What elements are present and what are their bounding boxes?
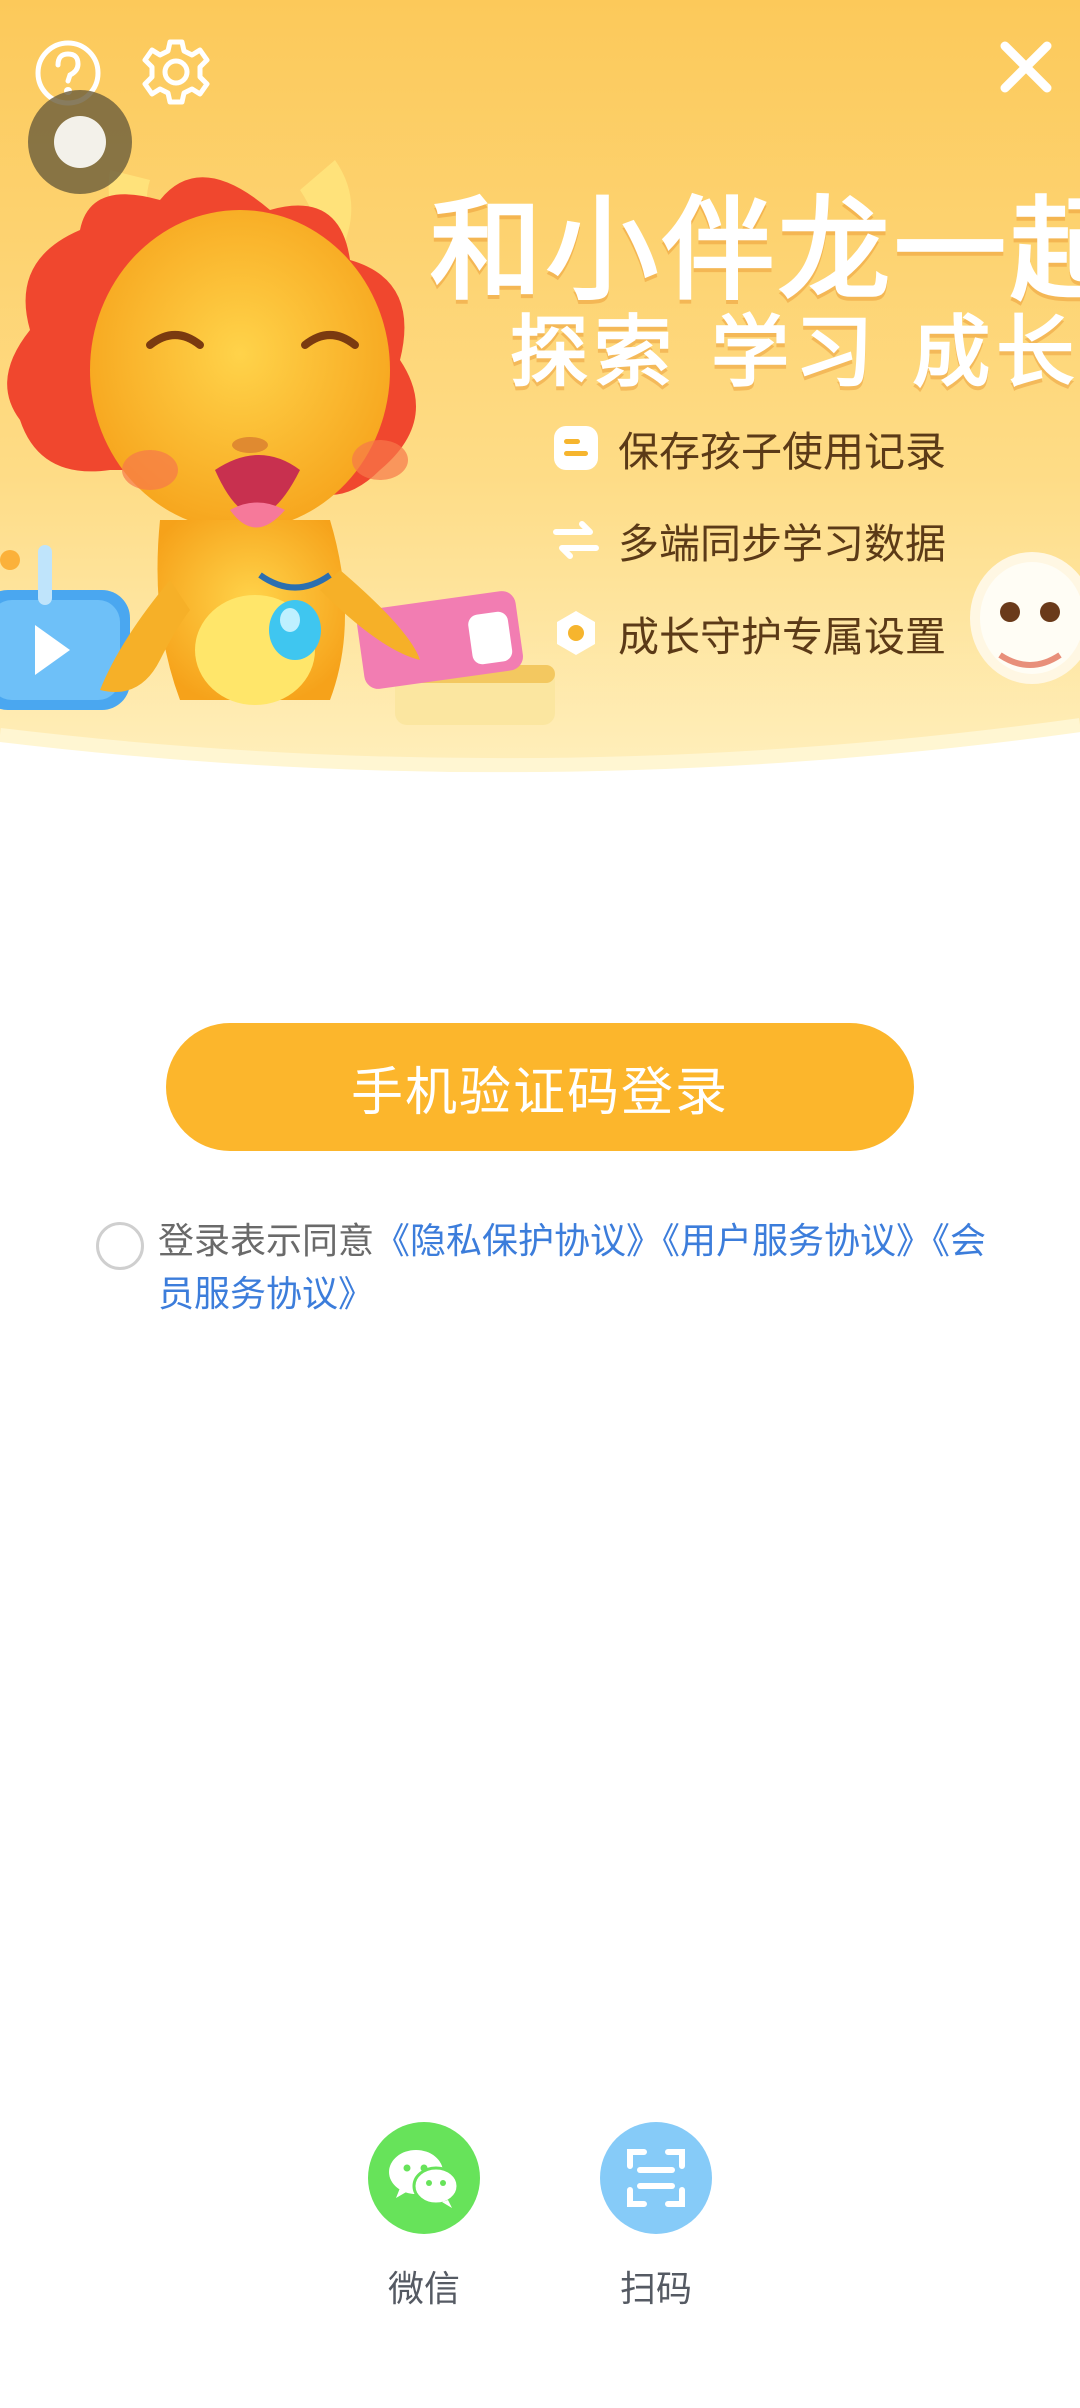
agreement-checkbox[interactable] bbox=[96, 1222, 144, 1270]
wechat-login-option[interactable]: 微信 bbox=[368, 2122, 480, 2312]
feature-label: 成长守护专属设置 bbox=[618, 613, 946, 661]
privacy-policy-link[interactable]: 《隐私保护协议》 bbox=[374, 1221, 662, 1262]
feature-sync-data: 多端同步学习数据 bbox=[552, 510, 946, 570]
sync-arrows-icon bbox=[552, 516, 600, 564]
phone-code-login-button[interactable]: 手机验证码登录 bbox=[166, 1023, 914, 1151]
agreement-prefix: 登录表示同意 bbox=[158, 1221, 375, 1262]
shield-hex-icon bbox=[552, 609, 600, 657]
promo-banner: 和小伴龙一起 探索 学习 成长 保存孩子使用记录 多端同步学习数据 成长守护专属… bbox=[0, 0, 1080, 790]
login-page: 和小伴龙一起 探索 学习 成长 保存孩子使用记录 多端同步学习数据 成长守护专属… bbox=[0, 0, 1080, 2408]
agreement-text: 登录表示同意《隐私保护协议》《用户服务协议》《会员服务协议》 bbox=[158, 1215, 998, 1321]
feature-label: 多端同步学习数据 bbox=[618, 520, 946, 568]
wechat-label: 微信 bbox=[387, 2269, 460, 2310]
scan-icon[interactable] bbox=[600, 2122, 712, 2234]
scan-login-option[interactable]: 扫码 bbox=[600, 2122, 712, 2312]
floating-record-button[interactable] bbox=[28, 90, 132, 194]
scan-label: 扫码 bbox=[619, 2269, 692, 2310]
feature-guard-settings: 成长守护专属设置 bbox=[552, 603, 946, 663]
user-agreement-link[interactable]: 《用户服务协议》 bbox=[662, 1221, 932, 1262]
feature-label: 保存孩子使用记录 bbox=[618, 428, 946, 476]
record-dot-inner bbox=[54, 116, 106, 168]
close-icon[interactable] bbox=[995, 36, 1057, 98]
feature-save-records: 保存孩子使用记录 bbox=[552, 418, 946, 478]
gear-icon[interactable] bbox=[140, 36, 212, 108]
record-icon bbox=[552, 424, 600, 472]
wechat-icon[interactable] bbox=[368, 2122, 480, 2234]
banner-subtitle: 探索 学习 成长 bbox=[510, 308, 1080, 398]
